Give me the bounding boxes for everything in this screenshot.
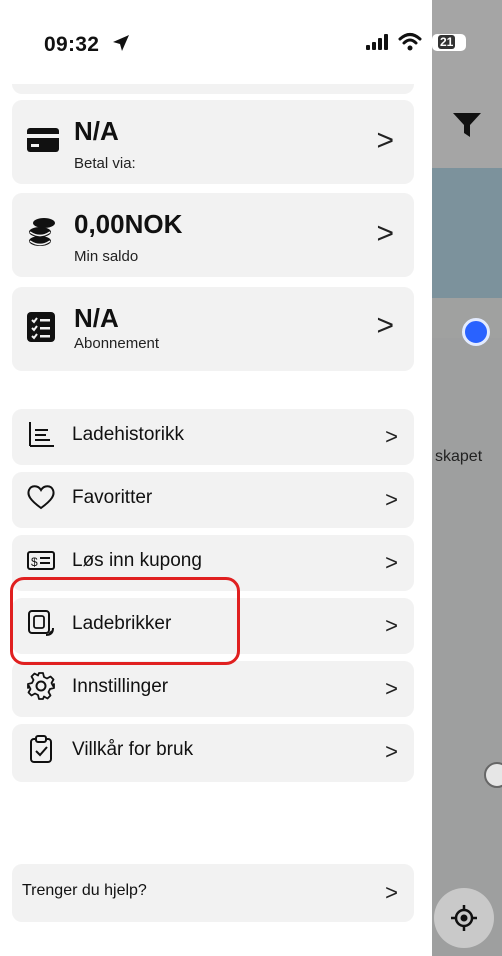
- menu-item-label: Favoritter: [72, 487, 153, 508]
- chevron-right-icon: >: [385, 424, 398, 449]
- checklist-icon: [27, 312, 55, 342]
- balance-label: Min saldo: [74, 248, 139, 265]
- user-location-dot: [462, 318, 490, 346]
- cellular-signal-icon: [366, 34, 388, 50]
- chevron-right-icon: >: [385, 550, 398, 575]
- payment-method-card[interactable]: N/A Betal via: >: [12, 100, 414, 184]
- coupon-icon: $: [27, 551, 55, 570]
- clipboard-check-icon: [30, 735, 52, 763]
- chevron-right-icon: >: [385, 613, 398, 638]
- location-arrow-icon: [113, 35, 129, 51]
- subscription-value: N/A: [74, 303, 119, 333]
- payment-method-label: Betal via:: [74, 155, 136, 172]
- chevron-right-icon: >: [376, 217, 394, 250]
- menu-item-innstillinger[interactable]: Innstillinger >: [12, 661, 414, 717]
- highlight-box: [10, 577, 240, 665]
- subscription-card[interactable]: N/A Abonnement >: [12, 287, 414, 371]
- help-card[interactable]: Trenger du hjelp? >: [12, 864, 414, 922]
- coins-icon: [29, 218, 55, 246]
- chart-history-icon: [29, 422, 54, 447]
- status-time: 09:32: [44, 33, 100, 56]
- payment-method-value: N/A: [74, 116, 119, 146]
- menu-item-label: Innstillinger: [72, 676, 169, 697]
- status-bar: 09:32: [0, 0, 432, 84]
- wifi-icon: [398, 33, 422, 51]
- menu-item-label: Ladehistorikk: [72, 424, 184, 445]
- map-background[interactable]: [432, 0, 502, 956]
- filter-icon[interactable]: [452, 112, 482, 138]
- menu-item-label: Villkår for bruk: [72, 739, 194, 760]
- menu-item-label: Løs inn kupong: [72, 550, 202, 571]
- chevron-right-icon: >: [385, 676, 398, 701]
- previous-card-edge: [12, 84, 414, 94]
- chevron-right-icon: >: [385, 880, 398, 905]
- locate-me-button[interactable]: [434, 888, 494, 948]
- chevron-right-icon: >: [376, 309, 394, 342]
- chevron-right-icon: >: [385, 739, 398, 764]
- menu-item-favoritter[interactable]: Favoritter >: [12, 472, 414, 528]
- gear-icon: [27, 672, 55, 700]
- heart-icon: [27, 485, 55, 510]
- chevron-right-icon: >: [385, 487, 398, 512]
- crosshair-icon: [451, 905, 477, 931]
- chevron-right-icon: >: [376, 124, 394, 157]
- battery-icon: 21: [432, 34, 466, 51]
- battery-level: 21: [438, 35, 456, 49]
- balance-card[interactable]: 0,00NOK Min saldo >: [12, 193, 414, 277]
- balance-value: 0,00NOK: [74, 209, 183, 239]
- help-label: Trenger du hjelp?: [22, 882, 147, 899]
- map-place-label: skapet: [435, 448, 483, 465]
- menu-item-ladehistorikk[interactable]: Ladehistorikk >: [12, 409, 414, 465]
- svg-text:$: $: [31, 555, 38, 569]
- credit-card-icon: [27, 128, 59, 152]
- menu-item-villkar-for-bruk[interactable]: Villkår for bruk >: [12, 724, 414, 782]
- subscription-label: Abonnement: [74, 335, 160, 352]
